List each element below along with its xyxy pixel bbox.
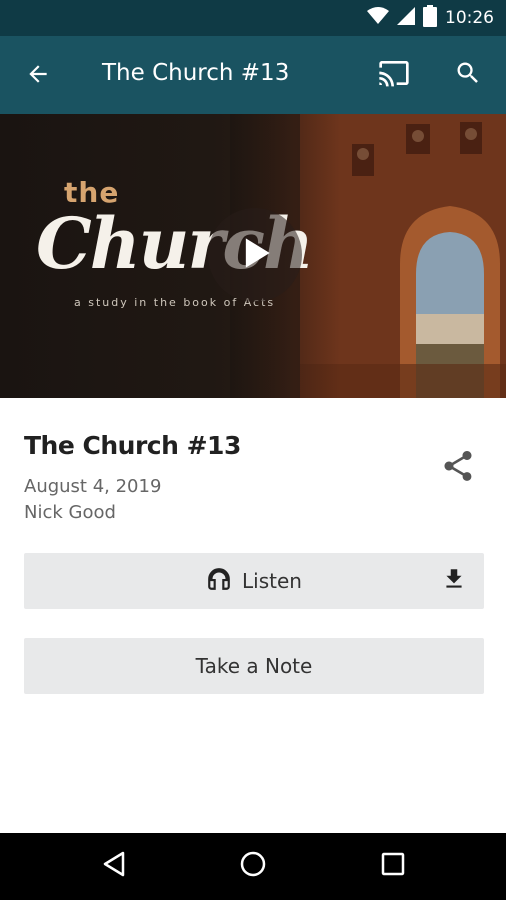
episode-speaker: Nick Good: [24, 502, 116, 523]
download-icon: [441, 566, 467, 597]
cast-icon: [378, 59, 410, 92]
nav-back-button[interactable]: [97, 849, 131, 883]
download-button[interactable]: [440, 567, 468, 595]
take-a-note-button[interactable]: Take a Note: [24, 638, 484, 694]
battery-icon: [423, 4, 437, 32]
back-arrow-icon: [25, 61, 51, 92]
search-icon: [454, 59, 482, 92]
nav-home-button[interactable]: [236, 849, 270, 883]
square-recents-icon: [381, 852, 405, 881]
cast-button[interactable]: [374, 58, 414, 92]
back-button[interactable]: [22, 60, 54, 92]
play-icon: [233, 231, 277, 280]
episode-date: August 4, 2019: [24, 476, 162, 497]
headphones-icon: [206, 566, 232, 597]
status-bar: 10:26: [0, 0, 506, 36]
episode-title: The Church #13: [24, 431, 241, 460]
status-time: 10:26: [445, 8, 494, 28]
share-icon: [440, 448, 476, 489]
listen-button[interactable]: Listen: [24, 553, 484, 609]
app-bar: The Church #13: [0, 36, 506, 114]
system-nav-bar: [0, 833, 506, 900]
sermon-artwork[interactable]: the Church a study in the book of Acts: [0, 114, 506, 398]
share-button[interactable]: [436, 446, 480, 490]
triangle-back-icon: [102, 851, 126, 882]
listen-label: Listen: [242, 569, 302, 593]
circle-home-icon: [239, 850, 267, 883]
nav-recents-button[interactable]: [376, 849, 410, 883]
play-button[interactable]: [208, 208, 302, 302]
page-title: The Church #13: [102, 60, 290, 86]
search-button[interactable]: [448, 58, 488, 92]
cell-signal-icon: [397, 6, 415, 30]
take-a-note-label: Take a Note: [195, 654, 313, 678]
wifi-icon: [367, 6, 389, 30]
